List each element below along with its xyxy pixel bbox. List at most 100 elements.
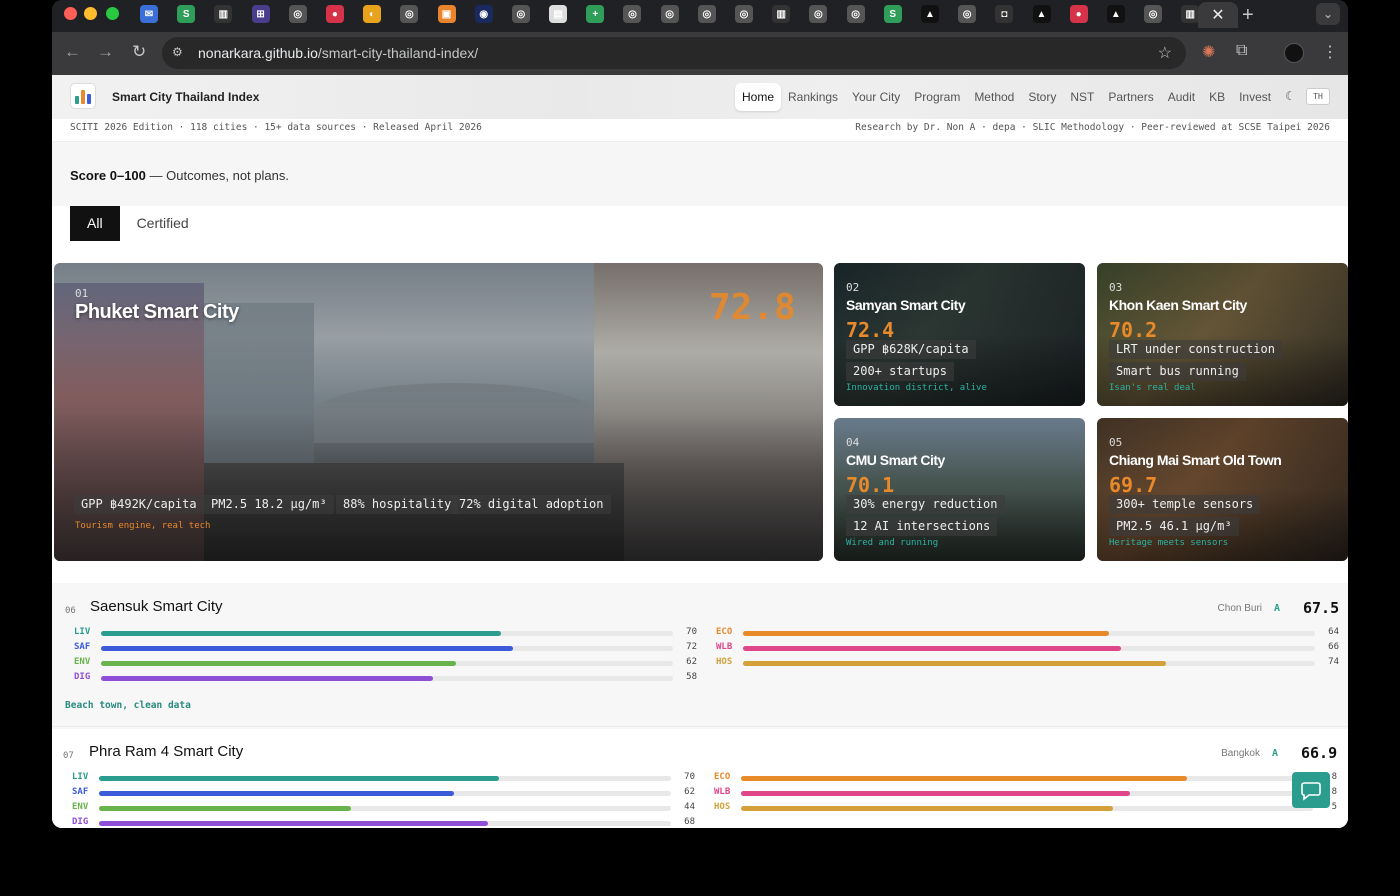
metric-bar-hos: HOS 74 xyxy=(716,656,1346,670)
filter-tab-all[interactable]: All xyxy=(70,206,120,241)
sheets-s-icon[interactable]: S xyxy=(177,5,196,23)
card-score: 70.2 xyxy=(1109,318,1158,342)
score-range: Score 0–100 xyxy=(70,168,146,183)
metric-value: 70 xyxy=(684,772,695,782)
filter-tab-certified[interactable]: Certified xyxy=(120,206,206,241)
globe-icon[interactable]: ◎ xyxy=(288,5,307,23)
maximize-window-button[interactable] xyxy=(106,7,119,20)
metric-fill xyxy=(99,791,454,796)
triangle-icon[interactable]: ▲ xyxy=(1106,5,1125,23)
profile-avatar[interactable] xyxy=(1284,43,1304,63)
metric-fill xyxy=(101,631,502,636)
nav-item-program[interactable]: Program xyxy=(907,83,967,111)
nav-item-partners[interactable]: Partners xyxy=(1101,83,1160,111)
chat-button[interactable] xyxy=(1292,772,1330,808)
gauge-icon[interactable]: ◐ xyxy=(363,5,382,23)
record-icon[interactable]: ● xyxy=(1069,5,1088,23)
card-score: 70.1 xyxy=(846,473,895,497)
minimize-window-button[interactable] xyxy=(84,7,97,20)
globe-icon[interactable]: ◎ xyxy=(623,5,642,23)
card-tagline: Heritage meets sensors xyxy=(1109,538,1229,548)
nav-item-method[interactable]: Method xyxy=(967,83,1021,111)
record-icon[interactable]: ● xyxy=(325,5,344,23)
globe-icon[interactable]: ◎ xyxy=(511,5,530,23)
globe-icon[interactable]: ◎ xyxy=(846,5,865,23)
ranking-row[interactable]: 06 Saensuk Smart City Chon Buri A 67.5 LIV 70 S… xyxy=(52,583,1348,727)
circle-dot-icon[interactable]: ◉ xyxy=(474,5,493,23)
triangle-icon[interactable]: ▲ xyxy=(1032,5,1051,23)
globe-icon[interactable]: ◎ xyxy=(400,5,419,23)
card-title: Samyan Smart City xyxy=(846,297,966,313)
row-city-name[interactable]: Phra Ram 4 Smart City xyxy=(89,743,243,760)
metric-fill xyxy=(99,806,351,811)
grid-icon[interactable]: ⊞ xyxy=(251,5,270,23)
tab-search-button[interactable]: ⌄ xyxy=(1316,3,1340,25)
chart-icon[interactable]: ▥ xyxy=(214,5,233,23)
card-stat-chip: PM2.5 46.1 µg/m³ xyxy=(1109,517,1239,536)
globe-icon[interactable]: ◎ xyxy=(660,5,679,23)
card-stat-chip: 300+ temple sensors xyxy=(1109,495,1261,514)
metric-bar-eco: ECO 64 xyxy=(716,626,1346,640)
globe-icon[interactable]: ◎ xyxy=(958,5,977,23)
globe-icon[interactable]: ◎ xyxy=(697,5,716,23)
nav-item-nst[interactable]: NST xyxy=(1063,83,1101,111)
robot-icon[interactable]: ◘ xyxy=(995,5,1014,23)
site-logo[interactable] xyxy=(70,83,96,109)
nav-item-kb[interactable]: KB xyxy=(1202,83,1232,111)
rankings-list: 06 Saensuk Smart City Chon Buri A 67.5 LIV 70 S… xyxy=(52,583,1348,828)
metric-label: SAF xyxy=(74,642,91,652)
url-text[interactable]: nonarkara.github.io/smart-city-thailand-… xyxy=(198,45,478,61)
forward-arrow-icon[interactable]: → xyxy=(97,42,114,62)
city-card-4[interactable]: 04 CMU Smart City 70.1 30% energy reduction… xyxy=(834,418,1085,561)
close-tab-icon[interactable]: ✕ xyxy=(1211,5,1224,25)
extensions-puzzle-icon[interactable]: ⧉ xyxy=(1236,42,1247,60)
gmail-icon[interactable]: ✉ xyxy=(140,5,158,23)
metric-fill xyxy=(741,791,1130,796)
address-bar[interactable]: ⚙ nonarkara.github.io/smart-city-thailan… xyxy=(162,37,1186,69)
plus-icon[interactable]: + xyxy=(586,5,605,23)
active-tab[interactable]: ✕ xyxy=(1198,2,1238,28)
card-rank: 01 xyxy=(75,287,89,300)
nav-item-home[interactable]: Home xyxy=(735,83,782,111)
globe-icon[interactable]: ◎ xyxy=(1144,5,1163,23)
web-page: Smart City Thailand Index Home Rankings Yo… xyxy=(52,75,1348,828)
city-card-2[interactable]: 02 Samyan Smart City 72.4 GPP ฿628K/capita 2… xyxy=(834,263,1085,406)
chart-icon[interactable]: ▥ xyxy=(1181,5,1200,23)
dark-mode-moon-icon[interactable]: ☾ xyxy=(1285,89,1296,103)
reload-icon[interactable]: ↻ xyxy=(132,42,146,62)
metric-bar-eco: ECO 8 xyxy=(714,771,1344,785)
tab-strip: ✉ S ▥ ⊞ ◎ ● ◐ ◎ ▣ ◉ ◎ ▤ + ◎ ◎ ◎ ◎ ▥ ◎ ◎ S ▲ ◎ ◘ ▲ ● ▲ ◎ ▥ ✕ + ⌄ xyxy=(52,0,1348,32)
new-tab-button[interactable]: + xyxy=(1242,4,1254,27)
metric-value: 64 xyxy=(1328,627,1339,637)
nav-item-invest[interactable]: Invest xyxy=(1232,83,1278,111)
card-stat-chip: GPP ฿628K/capita xyxy=(846,340,976,359)
language-toggle-button[interactable]: TH xyxy=(1306,88,1330,105)
browser-menu-icon[interactable]: ⋮ xyxy=(1322,42,1338,62)
site-info-icon[interactable]: ⚙ xyxy=(172,45,190,61)
claude-extension-icon[interactable]: ✺ xyxy=(1202,42,1215,62)
metric-value: 44 xyxy=(684,802,695,812)
brand-title[interactable]: Smart City Thailand Index xyxy=(112,90,259,104)
ranking-row[interactable]: 07 Phra Ram 4 Smart City Bangkok A 66.9 LIV 70… xyxy=(52,729,1348,828)
globe-icon[interactable]: ◎ xyxy=(809,5,828,23)
globe-icon[interactable]: ◎ xyxy=(735,5,753,23)
row-city-name[interactable]: Saensuk Smart City xyxy=(90,598,223,615)
metric-track xyxy=(101,631,673,636)
city-card-1[interactable]: 01 Phuket Smart City 72.8 GPP ฿492K/capita P… xyxy=(54,263,823,561)
nav-item-story[interactable]: Story xyxy=(1021,83,1063,111)
chart-icon[interactable]: ▥ xyxy=(772,5,791,23)
triangle-icon[interactable]: ▲ xyxy=(920,5,939,23)
sheets-s-icon[interactable]: S xyxy=(883,5,902,23)
close-window-button[interactable] xyxy=(64,7,77,20)
nav-item-rankings[interactable]: Rankings xyxy=(781,83,845,111)
bookmark-star-icon[interactable]: ☆ xyxy=(1158,43,1172,63)
metric-track xyxy=(101,646,673,651)
row-grade-badge: A xyxy=(1272,748,1279,759)
city-card-5[interactable]: 05 Chiang Mai Smart Old Town 69.7 300+ temp… xyxy=(1097,418,1348,561)
back-arrow-icon[interactable]: ← xyxy=(64,42,81,62)
nav-item-your-city[interactable]: Your City xyxy=(845,83,907,111)
city-card-3[interactable]: 03 Khon Kaen Smart City 70.2 LRT under cons… xyxy=(1097,263,1348,406)
nav-item-audit[interactable]: Audit xyxy=(1161,83,1202,111)
doc-icon[interactable]: ▤ xyxy=(549,5,568,23)
orange-box-icon[interactable]: ▣ xyxy=(437,5,456,23)
